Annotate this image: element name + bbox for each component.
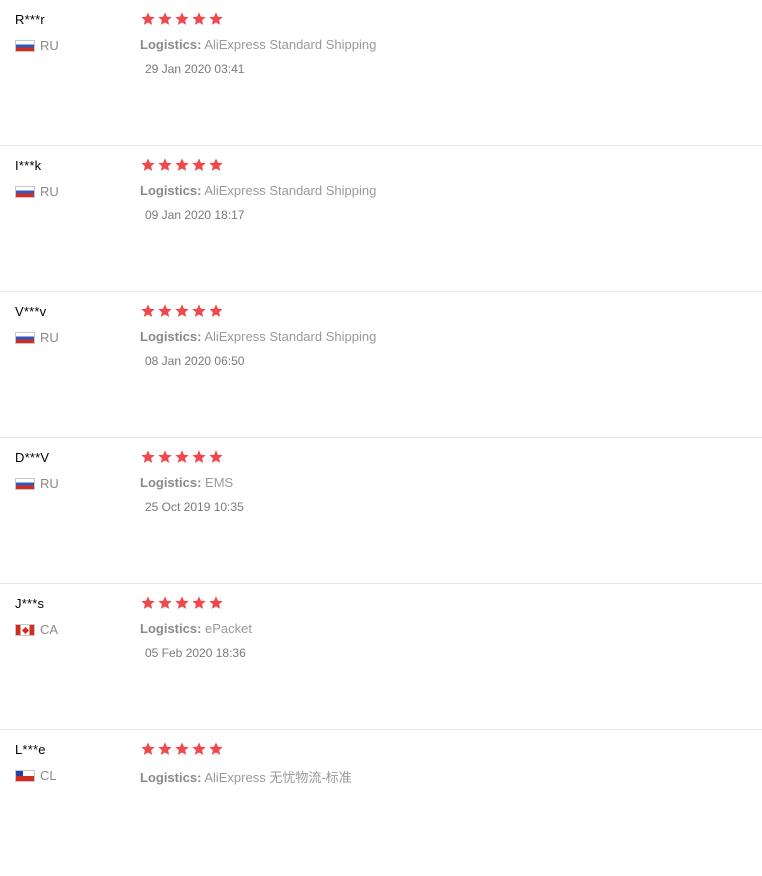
star-icon — [208, 741, 224, 757]
star-icon — [157, 741, 173, 757]
star-icon — [174, 449, 190, 465]
star-rating — [140, 595, 224, 611]
star-rating — [140, 449, 224, 465]
star-icon — [174, 11, 190, 27]
star-rating — [140, 741, 224, 757]
user-name: L***e — [15, 742, 46, 757]
logistics-info: Logistics: AliExpress 无忧物流-标准 — [140, 767, 352, 786]
review-item: V***v RU Logistics: AliExpress Standard … — [0, 292, 762, 438]
star-icon — [174, 595, 190, 611]
review-item: L***e CL Logistics: AliExpress 无忧物流-标准 — [0, 730, 762, 876]
star-icon — [140, 449, 156, 465]
star-icon — [140, 157, 156, 173]
star-icon — [157, 11, 173, 27]
country-code: CL — [40, 768, 57, 783]
logistics-label: Logistics: — [140, 770, 202, 785]
star-icon — [191, 11, 207, 27]
star-rating — [140, 303, 224, 319]
logistics-info: Logistics: AliExpress Standard Shipping — [140, 37, 376, 52]
logistics-value: AliExpress 无忧物流-标准 — [204, 770, 352, 785]
star-icon — [208, 449, 224, 465]
star-icon — [208, 11, 224, 27]
logistics-value: AliExpress Standard Shipping — [204, 183, 377, 198]
logistics-info: Logistics: EMS — [140, 475, 233, 490]
country-code: RU — [40, 330, 59, 345]
ru-flag-icon — [15, 39, 35, 52]
user-country: RU — [15, 38, 59, 53]
logistics-value: AliExpress Standard Shipping — [204, 329, 377, 344]
star-icon — [191, 157, 207, 173]
star-icon — [208, 157, 224, 173]
user-name: I***k — [15, 158, 42, 173]
ru-flag-icon — [15, 331, 35, 344]
cl-flag-icon — [15, 769, 35, 782]
user-name: D***V — [15, 450, 50, 465]
review-date: 05 Feb 2020 18:36 — [145, 646, 246, 660]
user-country: CA — [15, 622, 58, 637]
star-icon — [157, 303, 173, 319]
logistics-value: AliExpress Standard Shipping — [204, 37, 377, 52]
star-icon — [157, 157, 173, 173]
user-country: CL — [15, 768, 57, 783]
user-name: V***v — [15, 304, 47, 319]
logistics-label: Logistics: — [140, 621, 202, 636]
country-code: RU — [40, 476, 59, 491]
country-code: CA — [40, 622, 59, 637]
review-item: I***k RU Logistics: AliExpress Standard … — [0, 146, 762, 292]
user-country: RU — [15, 330, 59, 345]
reviews-list: R***r RU Logistics: AliExpress Standard … — [0, 0, 762, 876]
star-icon — [157, 449, 173, 465]
star-rating — [140, 11, 224, 27]
ru-flag-icon — [15, 185, 35, 198]
review-date: 29 Jan 2020 03:41 — [145, 62, 245, 76]
review-item: D***V RU Logistics: EMS 25 Oct 2019 10:3… — [0, 438, 762, 584]
logistics-value: ePacket — [205, 621, 253, 636]
star-icon — [140, 595, 156, 611]
star-icon — [157, 595, 173, 611]
star-icon — [191, 595, 207, 611]
review-date: 09 Jan 2020 18:17 — [145, 208, 245, 222]
review-item: J***s CA Logistics: ePacket 05 Feb 2020 … — [0, 584, 762, 730]
star-icon — [140, 11, 156, 27]
star-icon — [140, 741, 156, 757]
logistics-info: Logistics: AliExpress Standard Shipping — [140, 329, 376, 344]
star-icon — [191, 741, 207, 757]
star-icon — [174, 157, 190, 173]
logistics-value: EMS — [205, 475, 234, 490]
star-icon — [174, 303, 190, 319]
ru-flag-icon — [15, 477, 35, 490]
star-icon — [140, 303, 156, 319]
star-icon — [208, 595, 224, 611]
logistics-info: Logistics: ePacket — [140, 621, 252, 636]
review-item: R***r RU Logistics: AliExpress Standard … — [0, 0, 762, 146]
user-country: RU — [15, 476, 59, 491]
review-date: 08 Jan 2020 06:50 — [145, 354, 245, 368]
review-date: 25 Oct 2019 10:35 — [145, 500, 244, 514]
country-code: RU — [40, 184, 59, 199]
star-icon — [191, 449, 207, 465]
star-icon — [174, 741, 190, 757]
user-name: J***s — [15, 596, 45, 611]
user-name: R***r — [15, 12, 45, 27]
ca-flag-icon — [15, 623, 35, 636]
logistics-info: Logistics: AliExpress Standard Shipping — [140, 183, 376, 198]
logistics-label: Logistics: — [140, 329, 202, 344]
star-rating — [140, 157, 224, 173]
star-icon — [208, 303, 224, 319]
logistics-label: Logistics: — [140, 183, 202, 198]
star-icon — [191, 303, 207, 319]
logistics-label: Logistics: — [140, 37, 202, 52]
country-code: RU — [40, 38, 59, 53]
logistics-label: Logistics: — [140, 475, 202, 490]
user-country: RU — [15, 184, 59, 199]
